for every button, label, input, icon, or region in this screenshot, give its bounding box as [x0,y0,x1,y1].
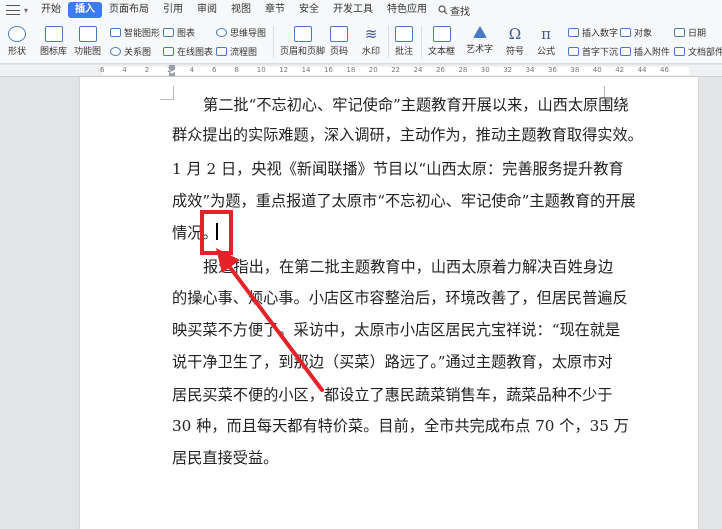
annotation-arrow [216,248,324,392]
vertical-scrollbar[interactable] [712,77,722,529]
